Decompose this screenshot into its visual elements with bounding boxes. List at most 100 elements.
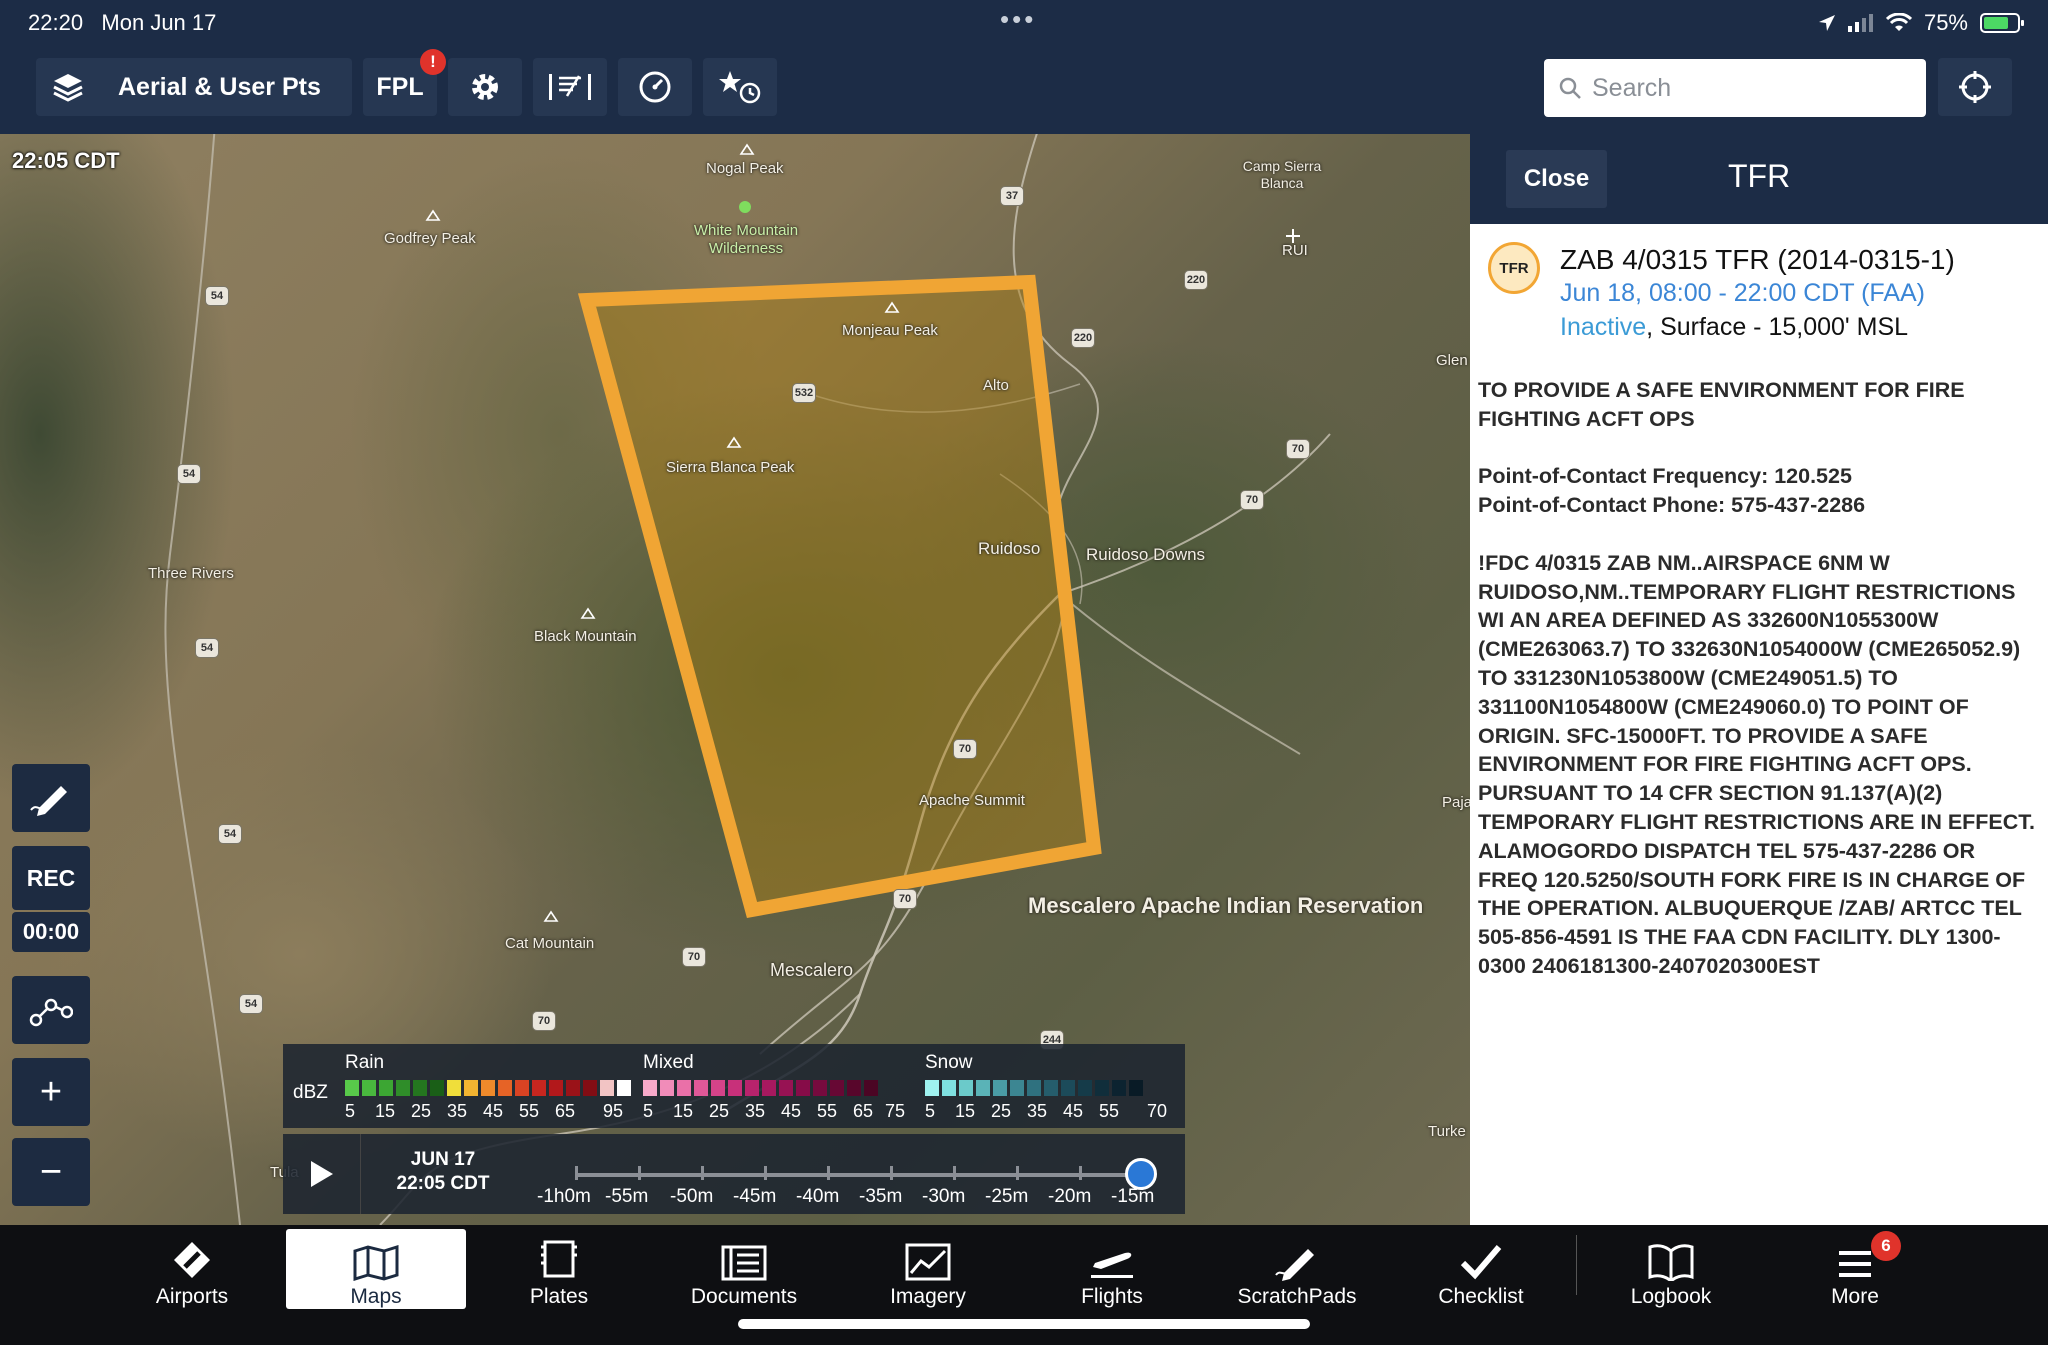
layer-label: Aerial & User Pts — [118, 72, 321, 101]
map-label: Godfrey Peak — [384, 230, 476, 247]
legend-swatch — [1027, 1080, 1041, 1096]
legend-swatch — [532, 1080, 546, 1096]
legend-swatch — [942, 1080, 956, 1096]
play-button[interactable] — [283, 1134, 361, 1214]
locate-button[interactable] — [1938, 58, 2012, 116]
instruments-button[interactable] — [618, 58, 692, 116]
location-icon — [1818, 15, 1835, 31]
pencil-icon — [30, 786, 67, 816]
map-label: Nogal Peak — [706, 160, 784, 177]
map-label: Cat Mountain — [505, 935, 595, 952]
legend-swatch — [711, 1080, 725, 1096]
timeline-label: -50m — [670, 1186, 714, 1207]
record-label: REC — [26, 864, 76, 891]
tab-label: Airports — [155, 1285, 229, 1308]
timeline-tick — [953, 1166, 956, 1180]
documents-icon — [721, 1245, 767, 1281]
tfr-area[interactable] — [577, 274, 1102, 919]
route-shield: 54 — [239, 994, 263, 1014]
legend-swatch — [413, 1080, 427, 1096]
layers-icon — [53, 74, 83, 102]
route-shield: 54 — [177, 464, 201, 484]
layer-selector-button[interactable]: Aerial & User Pts — [36, 58, 352, 116]
airport-rui-marker — [1286, 229, 1300, 243]
tfr-time-range: Jun 18, 08:00 - 22:00 CDT (FAA) — [1560, 279, 1926, 307]
tab-plates[interactable]: Plates — [469, 1229, 649, 1309]
profile-view-button[interactable] — [533, 58, 607, 116]
timeline-track[interactable] — [575, 1158, 1157, 1190]
route-shield: 54 — [195, 638, 219, 658]
timeline-label: -20m — [1048, 1186, 1092, 1207]
scratchpads-icon — [1275, 1249, 1314, 1281]
more-icon — [1839, 1251, 1871, 1277]
gear-icon — [472, 74, 498, 100]
legend-swatch — [1010, 1080, 1024, 1096]
legend-swatch — [1112, 1080, 1126, 1096]
settings-button[interactable] — [448, 58, 522, 116]
timeline-datetime: JUN 17 22:05 CDT — [363, 1148, 523, 1196]
timeline-tick — [890, 1166, 893, 1180]
close-button[interactable]: Close — [1506, 150, 1607, 208]
legend-tick: 45 — [781, 1101, 802, 1121]
tab-label: Documents — [690, 1285, 798, 1308]
top-toolbar: 22:20 Mon Jun 17 ••• 75% Aerial & User P… — [0, 0, 2048, 134]
zoom-in-button[interactable]: + — [12, 1058, 90, 1126]
battery-icon — [1980, 13, 2024, 33]
legend-tick: 95 — [603, 1101, 624, 1121]
crosshair-icon — [1959, 71, 1991, 103]
legend-swatch — [566, 1080, 580, 1096]
status-indicators: 75% — [1818, 10, 2024, 36]
zoom-out-button[interactable]: − — [12, 1138, 90, 1206]
tab-scratchpads[interactable]: ScratchPads — [1207, 1229, 1387, 1309]
legend-tick: 15 — [955, 1101, 976, 1121]
gauge-icon — [639, 71, 671, 103]
tab-flights[interactable]: Flights — [1022, 1229, 1202, 1309]
tab-checklist[interactable]: Checklist — [1391, 1229, 1571, 1309]
map-view[interactable]: 22:05 CDT Nogal Peak White Mountain Wild… — [0, 134, 1470, 1225]
recents-button[interactable] — [703, 58, 777, 116]
tab-imagery[interactable]: Imagery — [838, 1229, 1018, 1309]
multitasking-dots[interactable]: ••• — [1000, 4, 1036, 35]
home-indicator[interactable] — [738, 1319, 1310, 1329]
tab-documents[interactable]: Documents — [654, 1229, 834, 1309]
record-button[interactable]: REC — [12, 846, 90, 910]
timeline-time: 22:05 CDT — [396, 1173, 490, 1194]
draw-button[interactable] — [12, 764, 90, 832]
tfr-icon: TFR — [1488, 242, 1540, 294]
legend-tick: 35 — [447, 1101, 468, 1121]
more-badge: 6 — [1871, 1231, 1901, 1261]
map-label: Sierra Blanca Peak — [666, 459, 795, 476]
route-tool-button[interactable] — [12, 976, 90, 1044]
tab-label: ScratchPads — [1237, 1285, 1357, 1308]
logbook-icon — [1648, 1244, 1694, 1281]
search-input[interactable] — [1592, 73, 1912, 103]
legend-swatch — [600, 1080, 614, 1096]
legend-tick: 5 — [643, 1101, 654, 1121]
legend-tick: 15 — [375, 1101, 396, 1121]
route-shield: 54 — [205, 286, 229, 306]
tab-logbook[interactable]: Logbook — [1581, 1229, 1761, 1309]
route-shield: 70 — [682, 947, 706, 967]
route-shield: 532 — [792, 383, 816, 403]
legend-swatch — [762, 1080, 776, 1096]
map-label: Black Mountain — [534, 628, 637, 645]
tab-more[interactable]: More — [1765, 1229, 1945, 1309]
tab-maps[interactable]: Maps — [286, 1229, 466, 1309]
tab-label: Plates — [529, 1285, 589, 1308]
tab-airports[interactable]: Airports — [102, 1229, 282, 1309]
imagery-icon — [905, 1243, 951, 1281]
fpl-alert-badge: ! — [420, 49, 446, 75]
reservation-label: Mescalero Apache Indian Reservation — [1028, 893, 1424, 918]
status-time: 22:20 Mon Jun 17 — [28, 10, 217, 35]
search-box[interactable] — [1544, 59, 1926, 117]
legend-tick: 55 — [817, 1101, 838, 1121]
panel-header: Close TFR — [1470, 134, 2048, 224]
map-label: Glen — [1436, 352, 1468, 369]
route-shield: 37 — [1000, 186, 1024, 206]
route-shield: 70 — [1286, 439, 1310, 459]
legend-snow-swatches — [925, 1080, 1143, 1096]
wind-profile-icon — [549, 74, 591, 100]
route-shield: 70 — [1240, 490, 1264, 510]
tab-label: Maps — [350, 1285, 402, 1308]
legend-tick: 75 — [885, 1101, 906, 1121]
